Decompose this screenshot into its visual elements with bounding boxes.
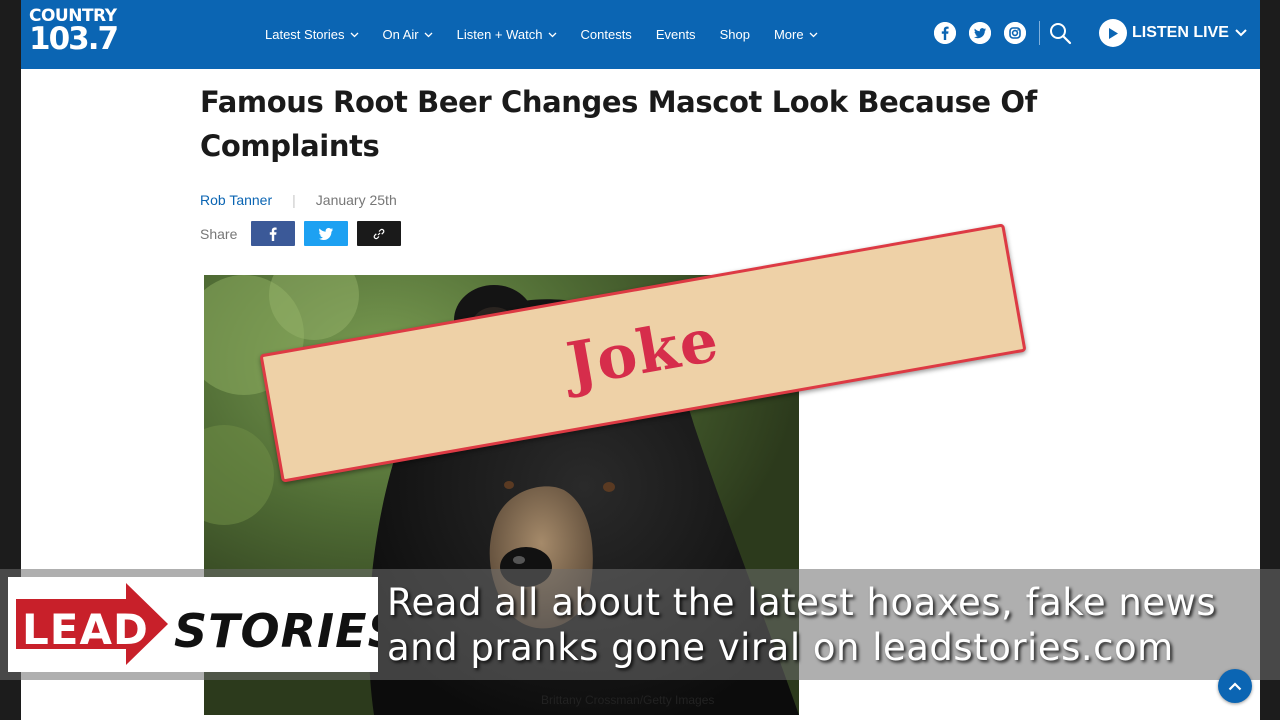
- twitter-icon: [319, 227, 334, 240]
- facebook-icon: [270, 227, 277, 241]
- instagram-icon[interactable]: [1004, 22, 1026, 44]
- chevron-down-icon: [1235, 29, 1247, 37]
- chevron-up-icon: [1228, 681, 1242, 690]
- nav-more[interactable]: More: [774, 27, 818, 42]
- play-icon: [1099, 19, 1127, 47]
- nav-label: Events: [655, 27, 696, 42]
- nav-label: More: [773, 27, 804, 42]
- banner-message[interactable]: Read all about the latest hoaxes, fake n…: [387, 580, 1267, 670]
- share-label: Share: [200, 225, 238, 242]
- main-nav: Latest Stories On Air Listen + Watch Con…: [265, 0, 842, 69]
- nav-contests[interactable]: Contests: [581, 27, 632, 42]
- chevron-down-icon: [424, 32, 433, 37]
- photo-caption: Brittany Crossman/Getty Images: [541, 693, 715, 707]
- nav-on-air[interactable]: On Air: [383, 27, 433, 42]
- article-headline: Famous Root Beer Changes Mascot Look Bec…: [200, 85, 1037, 163]
- share-bar: Share: [200, 221, 410, 246]
- share-copy-link-button[interactable]: [357, 221, 402, 246]
- nav-shop[interactable]: Shop: [720, 27, 750, 42]
- nav-listen-watch[interactable]: Listen + Watch: [457, 27, 557, 42]
- nav-label: Shop: [719, 27, 750, 42]
- chevron-down-icon: [350, 32, 358, 37]
- listen-live-label: LISTEN LIVE: [1132, 24, 1229, 41]
- article-date: January 25th: [315, 192, 397, 208]
- nav-label: Contests: [580, 27, 632, 42]
- search-icon[interactable]: [1048, 21, 1072, 50]
- nav-events[interactable]: Events: [656, 27, 696, 42]
- facebook-icon[interactable]: [934, 22, 956, 44]
- share-facebook-button[interactable]: [251, 221, 296, 246]
- lead-word: LEAD: [22, 605, 149, 654]
- nav-label: Listen + Watch: [456, 27, 543, 42]
- share-twitter-button[interactable]: [304, 221, 349, 246]
- stories-word: STORIES: [174, 604, 378, 658]
- stamp-label: Joke: [562, 305, 724, 401]
- station-logo[interactable]: COUNTRY 103.7: [29, 8, 119, 57]
- meta-separator: |: [292, 192, 296, 208]
- chevron-down-icon: [809, 32, 818, 37]
- article-meta: Rob Tanner | January 25th: [200, 192, 397, 208]
- logo-line-2: 103.7: [29, 21, 119, 57]
- author-link[interactable]: Rob Tanner: [200, 192, 272, 208]
- scroll-to-top-button[interactable]: [1218, 669, 1252, 703]
- twitter-icon[interactable]: [969, 22, 991, 44]
- nav-label: On Air: [382, 27, 419, 42]
- header-divider: [1039, 21, 1040, 45]
- site-header: COUNTRY 103.7 Latest Stories On Air List…: [21, 0, 1260, 69]
- lead-stories-logo[interactable]: LEAD STORIES: [8, 577, 401, 672]
- nav-label: Latest Stories: [265, 27, 345, 42]
- listen-live-button[interactable]: LISTEN LIVE: [1099, 19, 1247, 47]
- social-links: [934, 22, 1026, 44]
- nav-latest-stories[interactable]: Latest Stories: [265, 27, 359, 42]
- link-icon: [373, 228, 385, 239]
- chevron-down-icon: [548, 32, 556, 37]
